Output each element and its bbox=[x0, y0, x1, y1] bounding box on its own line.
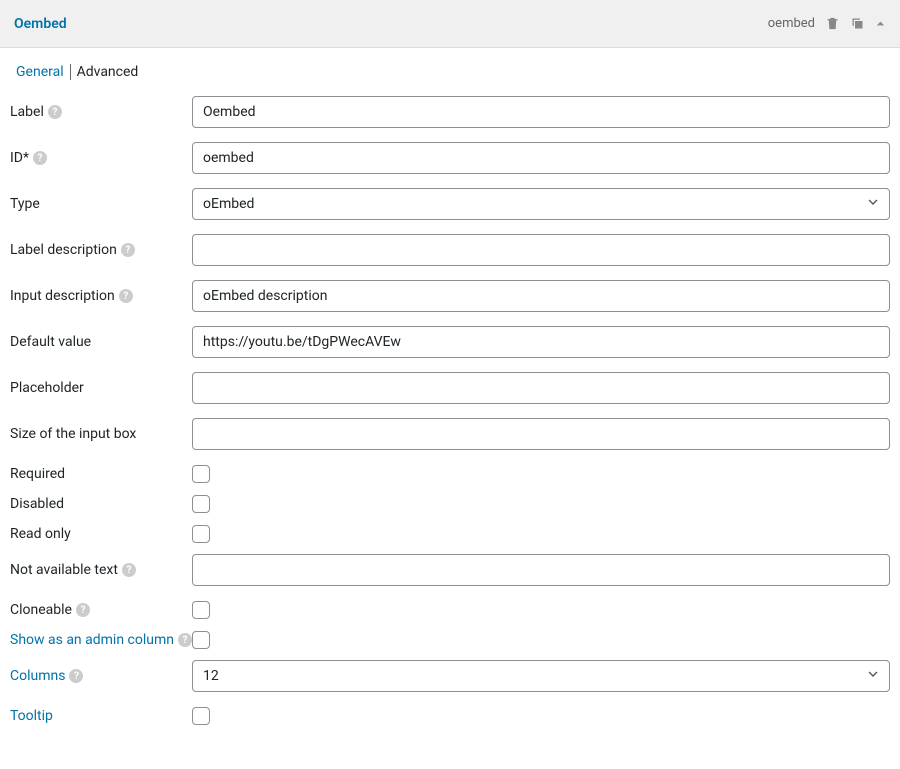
row-input-desc: Input description ? bbox=[10, 280, 890, 312]
id-label: ID* bbox=[10, 150, 29, 166]
chevron-down-icon bbox=[865, 194, 881, 214]
row-tooltip: Tooltip bbox=[10, 706, 890, 726]
admin-column-link[interactable]: Show as an admin column bbox=[10, 632, 174, 648]
columns-select[interactable]: 12 bbox=[192, 660, 890, 692]
size-label: Size of the input box bbox=[10, 426, 136, 442]
row-columns: Columns ? 12 bbox=[10, 660, 890, 692]
required-label: Required bbox=[10, 466, 65, 482]
panel-header: Oembed oembed bbox=[0, 0, 900, 48]
duplicate-icon[interactable] bbox=[850, 16, 865, 31]
id-input[interactable] bbox=[192, 142, 890, 174]
help-icon[interactable]: ? bbox=[121, 243, 135, 257]
help-icon[interactable]: ? bbox=[119, 289, 133, 303]
row-admin-column: Show as an admin column ? bbox=[10, 630, 890, 650]
help-icon[interactable]: ? bbox=[178, 633, 192, 647]
tabs: General Advanced bbox=[0, 48, 900, 96]
row-label-desc: Label description ? bbox=[10, 234, 890, 266]
columns-select-value: 12 bbox=[203, 668, 219, 684]
help-icon[interactable]: ? bbox=[48, 105, 62, 119]
input-desc-label: Input description bbox=[10, 288, 115, 304]
help-icon[interactable]: ? bbox=[76, 603, 90, 617]
label-desc-input[interactable] bbox=[192, 234, 890, 266]
readonly-label: Read only bbox=[10, 526, 71, 542]
collapse-icon[interactable] bbox=[875, 18, 886, 29]
panel-title: Oembed bbox=[14, 16, 67, 32]
default-value-input[interactable] bbox=[192, 326, 890, 358]
chevron-down-icon bbox=[865, 666, 881, 686]
not-available-input[interactable] bbox=[192, 554, 890, 586]
type-select-value: oEmbed bbox=[203, 196, 254, 212]
disabled-label: Disabled bbox=[10, 496, 64, 512]
readonly-checkbox[interactable] bbox=[192, 525, 210, 543]
label-input[interactable] bbox=[192, 96, 890, 128]
label-label: Label bbox=[10, 104, 44, 120]
required-checkbox[interactable] bbox=[192, 465, 210, 483]
row-cloneable: Cloneable ? bbox=[10, 600, 890, 620]
cloneable-checkbox[interactable] bbox=[192, 601, 210, 619]
cloneable-label: Cloneable bbox=[10, 602, 72, 618]
header-actions: oembed bbox=[768, 16, 886, 31]
row-required: Required bbox=[10, 464, 890, 484]
row-not-available: Not available text ? bbox=[10, 554, 890, 586]
size-input[interactable] bbox=[192, 418, 890, 450]
columns-link[interactable]: Columns bbox=[10, 668, 65, 684]
row-type: Type oEmbed bbox=[10, 188, 890, 220]
tooltip-checkbox[interactable] bbox=[192, 707, 210, 725]
placeholder-input[interactable] bbox=[192, 372, 890, 404]
default-value-label: Default value bbox=[10, 334, 91, 350]
label-desc-label: Label description bbox=[10, 242, 117, 258]
row-readonly: Read only bbox=[10, 524, 890, 544]
form-body: Label ? ID* ? Type oEmbed bbox=[0, 96, 900, 756]
not-available-label: Not available text bbox=[10, 562, 118, 578]
help-icon[interactable]: ? bbox=[69, 669, 83, 683]
type-indicator: oembed bbox=[768, 16, 815, 31]
placeholder-label: Placeholder bbox=[10, 380, 84, 396]
row-disabled: Disabled bbox=[10, 494, 890, 514]
help-icon[interactable]: ? bbox=[122, 563, 136, 577]
disabled-checkbox[interactable] bbox=[192, 495, 210, 513]
input-desc-input[interactable] bbox=[192, 280, 890, 312]
row-label: Label ? bbox=[10, 96, 890, 128]
type-label: Type bbox=[10, 196, 40, 212]
tab-advanced[interactable]: Advanced bbox=[70, 64, 145, 80]
row-size: Size of the input box bbox=[10, 418, 890, 450]
row-placeholder: Placeholder bbox=[10, 372, 890, 404]
admin-column-checkbox[interactable] bbox=[192, 631, 210, 649]
help-icon[interactable]: ? bbox=[33, 151, 47, 165]
tooltip-link[interactable]: Tooltip bbox=[10, 708, 53, 724]
row-id: ID* ? bbox=[10, 142, 890, 174]
trash-icon[interactable] bbox=[825, 16, 840, 31]
tab-general[interactable]: General bbox=[10, 64, 70, 80]
type-select[interactable]: oEmbed bbox=[192, 188, 890, 220]
row-default-value: Default value bbox=[10, 326, 890, 358]
